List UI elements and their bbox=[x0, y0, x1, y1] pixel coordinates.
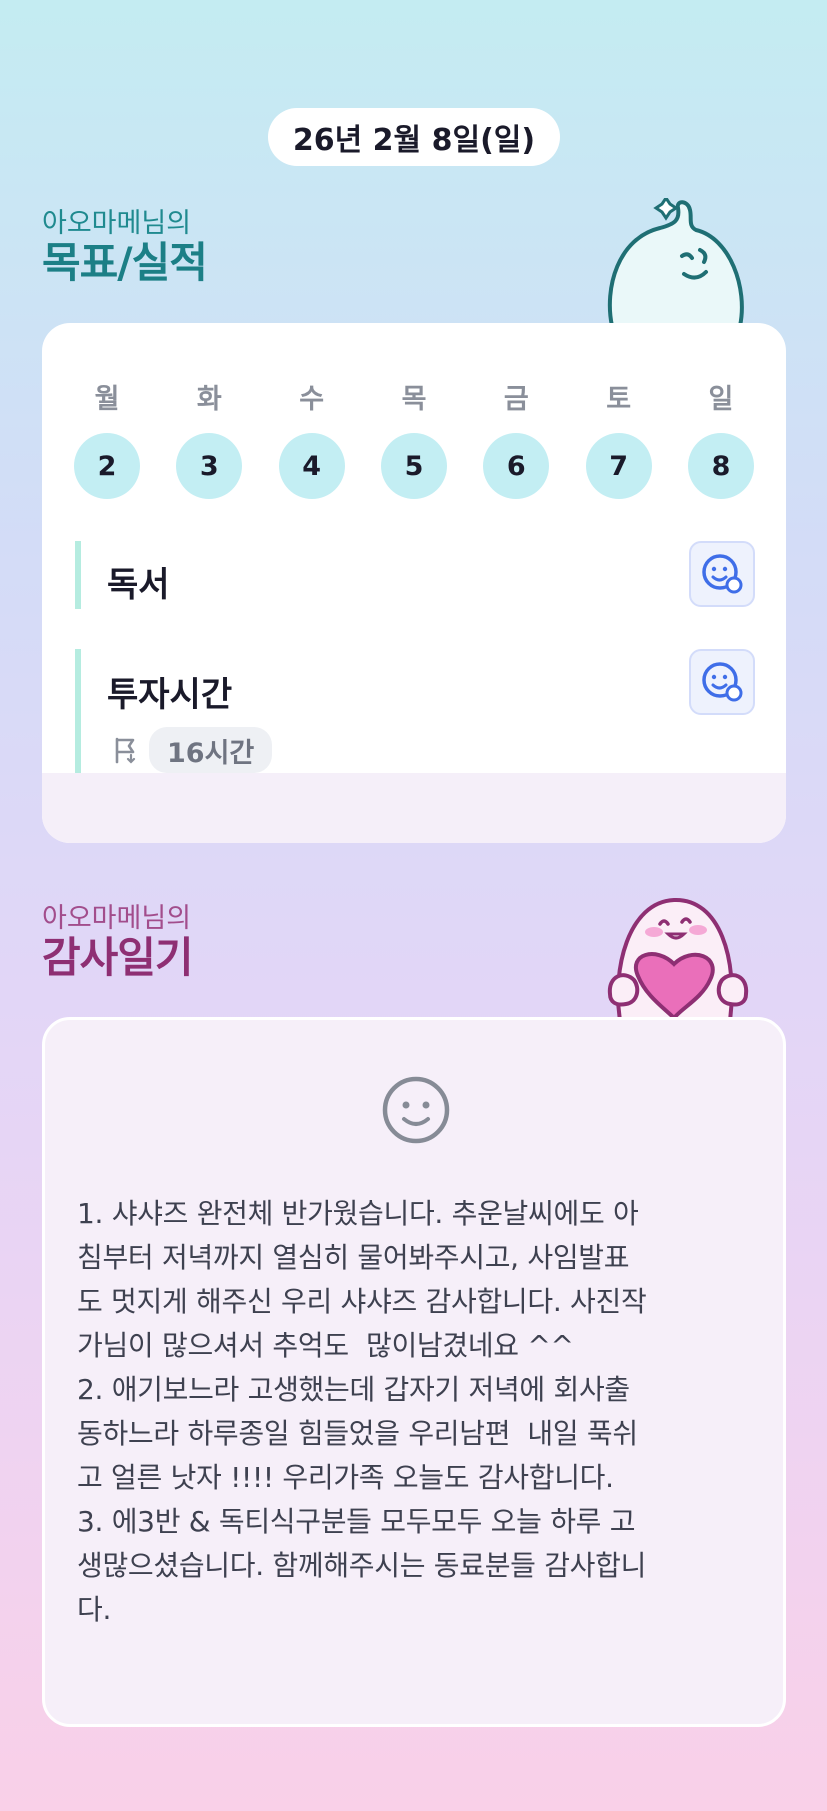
goal-name: 투자시간 bbox=[107, 675, 233, 715]
thanks-title: 감사일기 bbox=[42, 933, 194, 982]
day-column[interactable]: 화 3 bbox=[176, 377, 243, 499]
smile-face-icon[interactable] bbox=[381, 1075, 451, 1145]
date-circle[interactable]: 7 bbox=[585, 433, 652, 499]
week-strip: 월 2 화 3 수 4 목 5 금 6 토 7 일 8 bbox=[74, 377, 754, 499]
thanks-owner-label: 아오마메님의 bbox=[42, 903, 192, 934]
day-column[interactable]: 금 6 bbox=[483, 377, 550, 499]
thanks-heading: 아오마메님의 감사일기 bbox=[42, 903, 194, 982]
goals-owner-label: 아오마메님의 bbox=[42, 208, 192, 239]
heart-mascot-icon bbox=[607, 897, 749, 1020]
goals-card-footer bbox=[42, 773, 786, 843]
smile-status-icon bbox=[702, 554, 743, 594]
target-hours-chip: 16시간 bbox=[149, 727, 273, 773]
day-name: 수 bbox=[299, 384, 325, 415]
day-name: 목 bbox=[401, 384, 427, 415]
goals-card: 월 2 화 3 수 4 목 5 금 6 토 7 일 8 독서 투자시간 16시간 bbox=[42, 323, 786, 843]
date-circle[interactable]: 3 bbox=[176, 433, 243, 499]
date-circle[interactable]: 6 bbox=[483, 433, 550, 499]
day-name: 토 bbox=[606, 384, 632, 415]
goal-item-reading[interactable]: 독서 bbox=[75, 541, 755, 609]
thanks-diary-card: 1. 샤샤즈 완전체 반가웠습니다. 추운날씨에도 아 침부터 저녁까지 열심히… bbox=[42, 1017, 786, 1727]
goal-name: 독서 bbox=[107, 565, 170, 605]
day-name: 일 bbox=[708, 384, 734, 415]
smile-status-icon bbox=[702, 662, 743, 702]
date-pill[interactable]: 26년 2월 8일(일) bbox=[268, 108, 560, 166]
goals-title: 목표/실적 bbox=[42, 238, 208, 287]
day-column[interactable]: 토 7 bbox=[585, 377, 652, 499]
day-name: 화 bbox=[196, 384, 222, 415]
flag-icon bbox=[115, 737, 136, 764]
date-circle[interactable]: 8 bbox=[687, 433, 754, 499]
day-column[interactable]: 일 8 bbox=[687, 377, 754, 499]
goals-heading: 아오마메님의 목표/실적 bbox=[42, 208, 208, 287]
date-circle[interactable]: 2 bbox=[74, 433, 140, 499]
goal-target: 16시간 bbox=[111, 727, 273, 773]
date-circle[interactable]: 5 bbox=[380, 433, 447, 499]
date-circle[interactable]: 4 bbox=[278, 433, 345, 499]
goal-item-invest-time[interactable]: 투자시간 16시간 bbox=[75, 649, 755, 773]
goal-status-button[interactable] bbox=[689, 541, 755, 607]
goal-status-button[interactable] bbox=[689, 649, 755, 715]
day-column[interactable]: 수 4 bbox=[278, 377, 345, 499]
day-column[interactable]: 목 5 bbox=[380, 377, 447, 499]
day-column[interactable]: 월 2 bbox=[74, 377, 140, 499]
ghost-mascot-icon bbox=[607, 198, 744, 328]
day-name: 월 bbox=[94, 384, 120, 415]
diary-entry-text: 1. 샤샤즈 완전체 반가웠습니다. 추운날씨에도 아 침부터 저녁까지 열심히… bbox=[77, 1197, 647, 1626]
day-name: 금 bbox=[503, 384, 529, 415]
